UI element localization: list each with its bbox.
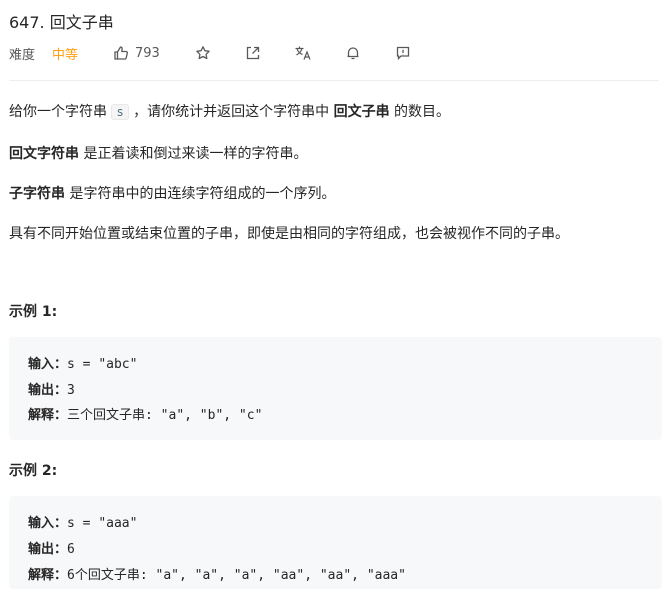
output-value: 3 xyxy=(67,383,75,398)
output-value: 6 xyxy=(67,542,75,557)
output-label: 输出： xyxy=(28,542,68,557)
example-2-input-line: 输入：s = "aaa" xyxy=(28,512,137,531)
text-fragment: ，请你统计并返回这个字符串中 xyxy=(128,104,334,120)
problem-title: 647. 回文子串 xyxy=(9,13,114,32)
feedback-button[interactable] xyxy=(392,42,414,64)
description-paragraph-4: 具有不同开始位置或结束位置的子串，即使是由相同的字符组成，也会被视作不同的子串。 xyxy=(9,226,569,242)
share-icon xyxy=(246,46,260,60)
text-fragment: 的数目。 xyxy=(389,104,451,120)
share-button[interactable] xyxy=(242,42,264,64)
feedback-icon xyxy=(396,46,410,61)
difficulty-label: 难度 xyxy=(9,47,36,63)
bold-term: 回文子串 xyxy=(333,104,390,120)
difficulty-badge: 中等 xyxy=(52,47,79,63)
header-divider xyxy=(9,80,659,81)
explain-value: 6个回文子串: "a", "a", "a", "aa", "aa", "aaa" xyxy=(67,568,406,583)
input-label: 输入： xyxy=(28,516,68,531)
example-2-output-line: 输出：6 xyxy=(28,538,75,557)
like-button[interactable]: 793 xyxy=(113,42,160,64)
explain-label: 解释： xyxy=(28,568,68,583)
example-2-block: 输入：s = "aaa" 输出：6 解释：6个回文子串: "a", "a", "… xyxy=(9,496,662,589)
example-1-block: 输入：s = "abc" 输出：3 解释：三个回文子串: "a", "b", "… xyxy=(9,337,662,440)
example-1-input-line: 输入：s = "abc" xyxy=(28,353,137,372)
text-fragment: 是字符串中的由连续字符组成的一个序列。 xyxy=(65,186,336,202)
explain-label: 解释： xyxy=(28,408,68,423)
description-paragraph-3: 子字符串 是字符串中的由连续字符组成的一个序列。 xyxy=(9,183,335,203)
example-2-title: 示例 2: xyxy=(9,463,58,479)
bold-term: 回文字符串 xyxy=(9,146,79,162)
output-label: 输出： xyxy=(28,383,68,398)
input-label: 输入： xyxy=(28,357,68,372)
star-icon xyxy=(196,46,210,60)
example-1-explain-line: 解释：三个回文子串: "a", "b", "c" xyxy=(28,404,262,423)
text-fragment: 给你一个字符串 xyxy=(9,104,112,120)
text-fragment: 是正着读和倒过来读一样的字符串。 xyxy=(79,146,308,162)
bold-term: 子字符串 xyxy=(9,186,65,202)
inline-code: s xyxy=(111,104,129,120)
explain-value: 三个回文子串: "a", "b", "c" xyxy=(67,408,263,423)
bell-icon xyxy=(347,47,359,60)
input-value: s = "abc" xyxy=(67,357,138,372)
subscribe-button[interactable] xyxy=(342,42,364,64)
example-1-output-line: 输出：3 xyxy=(28,379,75,398)
description-paragraph-2: 回文字符串 是正着读和倒过来读一样的字符串。 xyxy=(9,143,307,163)
problem-meta-bar: 难度 中等 793 xyxy=(9,42,659,64)
like-count: 793 xyxy=(135,45,160,61)
thumbs-up-icon xyxy=(114,46,128,60)
description-paragraph-1: 给你一个字符串 s ，请你统计并返回这个字符串中 回文子串 的数目。 xyxy=(9,101,450,121)
input-value: s = "aaa" xyxy=(67,516,138,531)
example-1-title: 示例 1: xyxy=(9,304,58,320)
translate-button[interactable] xyxy=(292,42,314,64)
example-2-explain-line: 解释：6个回文子串: "a", "a", "a", "aa", "aa", "a… xyxy=(28,564,406,583)
favorite-button[interactable] xyxy=(192,42,214,64)
translate-icon xyxy=(295,46,311,60)
